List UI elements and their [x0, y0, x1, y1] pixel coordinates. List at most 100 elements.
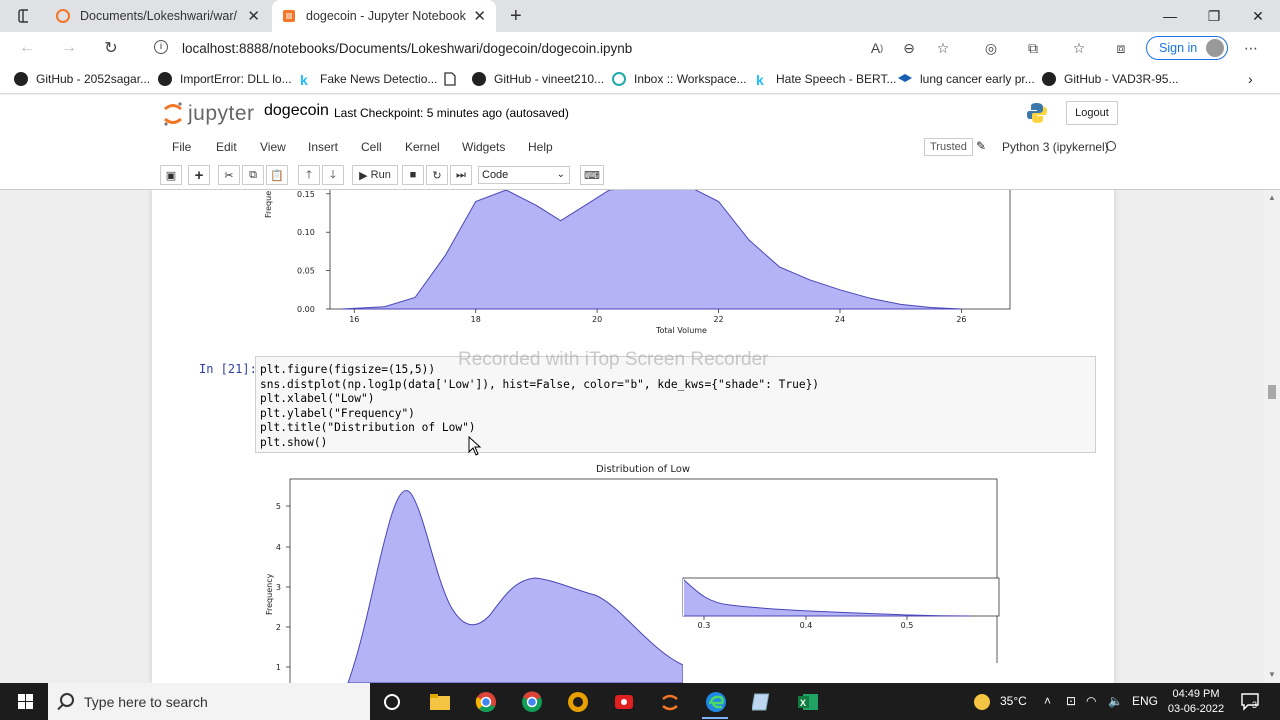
jupyter-logo[interactable]: jupyter [162, 99, 255, 129]
save-icon[interactable]: ▣ [160, 165, 182, 185]
cell-type-select[interactable]: Code ⌄ [478, 166, 570, 184]
restart-icon[interactable]: ↻ [426, 165, 448, 185]
menu-edit[interactable]: Edit [216, 140, 237, 154]
tab-dogecoin[interactable]: dogecoin - Jupyter Notebook ✕ [272, 0, 496, 32]
jupyter-tab-icon [56, 9, 70, 23]
keyboard-icon[interactable]: ⌨ [580, 165, 604, 185]
input-language[interactable]: ENG [1132, 694, 1158, 708]
url-input[interactable]: i localhost:8888/notebooks/Documents/Lok… [142, 35, 964, 61]
bookmark-item[interactable]: GitHub - 2052sagar... [14, 70, 150, 88]
close-tab-icon[interactable]: ✕ [473, 7, 486, 25]
checkpoint-status: Last Checkpoint: 5 minutes ago (autosave… [334, 106, 569, 120]
puzzle-icon[interactable]: ⧉ [1024, 39, 1042, 57]
notepad-icon[interactable] [750, 690, 774, 714]
scroll-down-icon[interactable]: ▼ [1268, 670, 1276, 679]
menu-insert[interactable]: Insert [308, 140, 338, 154]
volume-icon[interactable]: 🔈 [1108, 694, 1123, 708]
more-bookmarks-icon[interactable]: › [1248, 70, 1253, 88]
wifi-icon[interactable]: ◠ [1086, 694, 1096, 708]
windows-start-icon[interactable] [8, 691, 44, 713]
more-menu-icon[interactable]: ⋯ [1242, 39, 1260, 57]
edge-icon[interactable] [704, 690, 728, 714]
restart-run-all-icon[interactable]: ⏭ [450, 165, 472, 185]
new-tab-icon[interactable]: + [500, 0, 526, 32]
bookmark-item[interactable]: k Hate Speech - BERT... [756, 70, 897, 88]
bookmark-item[interactable] [444, 70, 466, 88]
tab-war-folder[interactable]: Documents/Lokeshwari/war/ ✕ [46, 0, 270, 32]
excel-icon[interactable]: X [796, 690, 820, 714]
clock[interactable]: 04:49 PM 03-06-2022 [1166, 687, 1226, 717]
forward-icon[interactable]: → [56, 36, 82, 60]
scroll-up-icon[interactable]: ▲ [1268, 193, 1276, 202]
read-aloud-icon[interactable]: A) [868, 39, 886, 57]
chrome-profile-icon[interactable] [520, 690, 544, 714]
move-up-icon[interactable]: 🡑 [298, 165, 320, 185]
scrollbar-thumb[interactable] [1268, 385, 1276, 399]
scrollbar[interactable]: ▲ ▼ [1264, 190, 1280, 683]
notebook-name[interactable]: dogecoin [264, 102, 329, 120]
favorite-add-icon[interactable]: ☆ [934, 39, 952, 57]
close-tab-icon[interactable]: ✕ [247, 7, 260, 25]
menu-cell[interactable]: Cell [361, 140, 382, 154]
bookmark-item[interactable]: GitHub - vineet210... [472, 70, 604, 88]
sign-in-button[interactable]: Sign in [1146, 36, 1228, 60]
active-app-indicator [702, 717, 728, 719]
menu-file[interactable]: File [172, 140, 191, 154]
temperature-readout[interactable]: 35°C [1000, 694, 1027, 708]
menu-help[interactable]: Help [528, 140, 553, 154]
taskbar-search-input[interactable]: Type here to search [48, 683, 370, 720]
total-volume-kde-chart: 16 18 20 22 24 26 0.00 0.05 0.10 0.15 Total Volu… [264, 190, 1011, 335]
tray-expand-icon[interactable]: ˄ [1044, 694, 1051, 708]
maximize-icon[interactable]: ❐ [1192, 0, 1236, 32]
cut-icon[interactable]: ✂ [218, 165, 240, 185]
trusted-badge[interactable]: Trusted [924, 138, 973, 156]
bookmark-label: lung cancer early pr... [920, 72, 1035, 86]
menu-kernel[interactable]: Kernel [405, 140, 440, 154]
bookmarks-bar: GitHub - 2052sagar... ImportError: DLL l… [0, 64, 1280, 94]
avatar [1206, 39, 1224, 57]
github-icon [472, 72, 486, 86]
favorites-icon[interactable]: ☆ [1070, 39, 1088, 57]
menu-view[interactable]: View [260, 140, 286, 154]
network-icon[interactable]: ⊡ [1066, 694, 1076, 708]
bookmark-item[interactable]: k Fake News Detectio... [300, 70, 437, 88]
paste-icon[interactable]: 📋 [266, 165, 288, 185]
task-view-icon[interactable] [380, 690, 404, 714]
jupyter-taskbar-icon[interactable] [658, 690, 682, 714]
run-label: Run [370, 169, 391, 181]
edit-pencil-icon[interactable]: ✎ [976, 139, 986, 153]
system-tray: 35°C ˄ ⊡ ◠ 🔈 ENG 04:49 PM 03-06-2022 3 [970, 683, 1280, 720]
kaggle-icon: k [756, 72, 764, 88]
kernel-name[interactable]: Python 3 (ipykernel) [1002, 140, 1109, 154]
search-placeholder: Type here to search [84, 693, 208, 710]
collections-icon[interactable]: ⧈ [1112, 39, 1130, 57]
minimize-icon[interactable]: — [1148, 0, 1192, 32]
insert-cell-icon[interactable]: + [188, 165, 210, 185]
bookmark-item[interactable]: Inbox :: Workspace... [612, 70, 747, 88]
screen-recorder-icon[interactable] [612, 690, 636, 714]
code-line: plt.title("Distribution of Low") [260, 421, 476, 434]
refresh-icon[interactable]: ↻ [98, 36, 124, 60]
chrome-icon[interactable] [474, 690, 498, 714]
bookmark-item[interactable]: ImportError: DLL lo... [158, 70, 292, 88]
run-button[interactable]: ▶ Run [352, 165, 398, 185]
tab-actions-icon[interactable] [8, 0, 38, 32]
y-axis-label: Frequency [265, 573, 274, 615]
stop-icon[interactable]: ■ [402, 165, 424, 185]
bookmark-item[interactable]: GitHub - VAD3R-95... [1042, 70, 1178, 88]
menu-widgets[interactable]: Widgets [462, 140, 505, 154]
bookmark-item[interactable]: lung cancer early pr... [898, 70, 1035, 88]
file-explorer-icon[interactable] [428, 690, 452, 714]
weather-icon[interactable] [972, 692, 992, 715]
zoom-out-icon[interactable]: ⊖ [900, 39, 918, 57]
app-icon[interactable] [566, 690, 590, 714]
logout-button[interactable]: Logout [1066, 101, 1118, 125]
back-icon[interactable]: ← [14, 36, 40, 60]
extension-icon[interactable]: ◎ [982, 39, 1000, 57]
info-icon[interactable]: i [154, 40, 168, 54]
move-down-icon[interactable]: 🡓 [322, 165, 344, 185]
copy-icon[interactable]: ⧉ [242, 165, 264, 185]
workspace-icon [612, 72, 626, 86]
close-window-icon[interactable]: ✕ [1236, 0, 1280, 32]
tab-title: dogecoin - Jupyter Notebook [306, 9, 466, 23]
